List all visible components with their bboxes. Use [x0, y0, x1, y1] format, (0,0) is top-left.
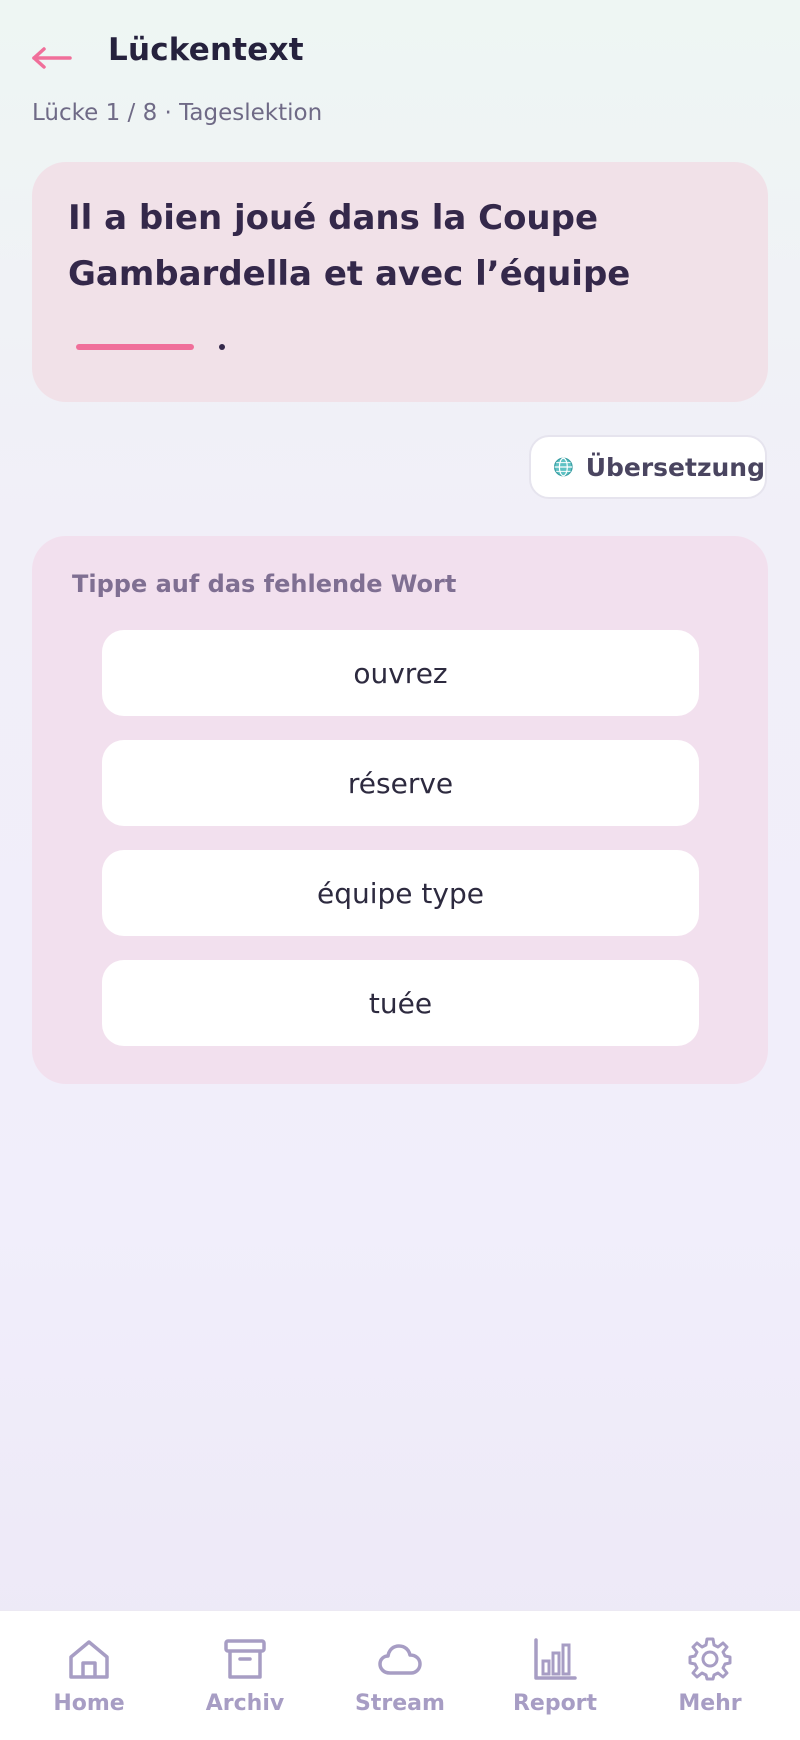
nav-label-archiv: Archiv [205, 1691, 285, 1716]
nav-item-stream[interactable]: Stream [335, 1635, 465, 1725]
globe-icon [553, 457, 573, 477]
option-button[interactable]: tuée [102, 960, 699, 1046]
option-button[interactable]: ouvrez [102, 630, 699, 716]
nav-item-home[interactable]: Home [24, 1635, 154, 1725]
translate-label: Übersetzung [585, 452, 765, 482]
translate-button[interactable]: Übersetzung [529, 435, 767, 499]
sentence-text: Il a bien joué dans la Coupe Gambardella… [68, 190, 728, 302]
sentence-line-1: Il a bien joué dans la Coupe [68, 198, 599, 238]
arrow-left-icon [32, 47, 72, 69]
options-card: Tippe auf das fehlende Wort ouvrez réser… [32, 536, 768, 1084]
gear-icon [688, 1637, 732, 1681]
option-button[interactable]: équipe type [102, 850, 699, 936]
option-button[interactable]: réserve [102, 740, 699, 826]
page-title: Lückentext [108, 32, 304, 68]
lesson-progress: Lücke 1 / 8 · Tageslektion [32, 100, 323, 126]
header: Lückentext Lücke 1 / 8 · Tageslektion [0, 0, 800, 150]
sentence-card: Il a bien joué dans la Coupe Gambardella… [32, 162, 768, 402]
blank-placeholder[interactable] [76, 344, 194, 350]
nav-label-home: Home [53, 1691, 125, 1716]
nav-item-report[interactable]: Report [490, 1635, 620, 1725]
back-button[interactable] [28, 38, 76, 78]
cloud-icon [378, 1644, 422, 1675]
sentence-line-2: Gambardella et avec l’équipe [68, 254, 631, 294]
nav-label-stream: Stream [355, 1691, 445, 1716]
bar-chart-icon [534, 1638, 577, 1680]
nav-label-mehr: Mehr [678, 1691, 742, 1716]
archive-icon [224, 1639, 266, 1679]
nav-item-mehr[interactable]: Mehr [645, 1635, 775, 1725]
sentence-period [219, 344, 225, 350]
nav-label-report: Report [512, 1691, 598, 1716]
bottom-navigation: Home Archiv Stream Report Mehr [0, 1610, 800, 1740]
nav-item-archiv[interactable]: Archiv [180, 1635, 310, 1725]
options-instruction: Tippe auf das fehlende Wort [72, 570, 457, 598]
home-icon [69, 1640, 109, 1679]
